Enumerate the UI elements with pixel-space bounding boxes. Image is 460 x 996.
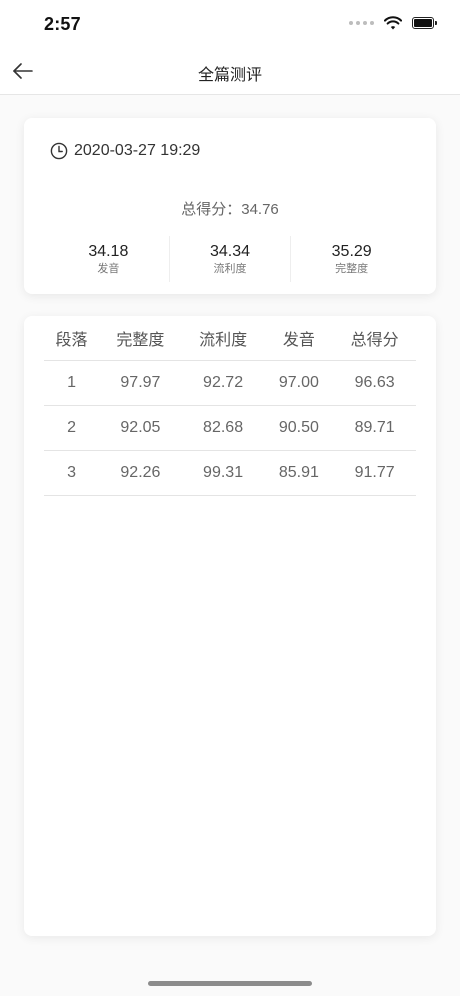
total-score: 总得分：34.76 (24, 198, 436, 219)
metric-value: 34.18 (88, 243, 129, 260)
total-score-value: 34.76 (241, 201, 279, 218)
column-header-pronunciation: 发音 (264, 316, 334, 361)
datetime-row: 2020-03-27 19:29 (50, 142, 200, 160)
nav-bar: 全篇测评 (0, 48, 460, 95)
cell-paragraph: 3 (44, 450, 100, 496)
signal-icon (349, 21, 374, 25)
cell-completeness: 92.05 (99, 405, 182, 451)
battery-icon (412, 17, 438, 29)
status-time: 2:57 (44, 14, 81, 34)
metric-completeness: 35.29 完整度 (291, 236, 412, 282)
table-header-row: 段落 完整度 流利度 发音 总得分 (44, 316, 416, 361)
cell-fluency: 99.31 (181, 450, 265, 496)
metric-fluency: 34.34 流利度 (170, 236, 292, 282)
column-header-total: 总得分 (333, 316, 416, 361)
screen: 2:57 全篇测评 2020-03-27 19:29 总得分：34.76 34.… (0, 0, 460, 996)
cell-completeness: 92.26 (99, 450, 182, 496)
column-header-completeness: 完整度 (99, 316, 182, 361)
column-header-fluency: 流利度 (181, 316, 265, 361)
status-bar: 2:57 (0, 0, 460, 48)
metric-value: 34.34 (209, 243, 251, 260)
cell-pronunciation: 90.50 (264, 405, 334, 451)
metric-pronunciation: 34.18 发音 (48, 236, 170, 282)
column-header-paragraph: 段落 (44, 316, 100, 361)
cell-completeness: 97.97 (99, 360, 182, 406)
cell-paragraph: 2 (44, 405, 100, 451)
cell-fluency: 92.72 (181, 360, 265, 406)
metric-value: 35.29 (331, 243, 372, 260)
cell-fluency: 82.68 (181, 405, 265, 451)
metrics-row: 34.18 发音 34.34 流利度 35.29 完整度 (48, 236, 412, 282)
cell-total: 91.77 (333, 450, 416, 496)
wifi-icon (384, 16, 402, 30)
cell-total: 89.71 (333, 405, 416, 451)
cell-pronunciation: 97.00 (264, 360, 334, 406)
paragraph-scores-card: 段落 完整度 流利度 发音 总得分 1 97.97 92.72 97.00 96… (24, 316, 436, 936)
metric-label: 发音 (97, 263, 120, 275)
paragraph-scores-table: 段落 完整度 流利度 发音 总得分 1 97.97 92.72 97.00 96… (44, 316, 416, 496)
metric-label: 流利度 (213, 263, 247, 275)
cell-pronunciation: 85.91 (264, 450, 334, 496)
home-indicator[interactable] (148, 981, 312, 986)
table-row: 3 92.26 99.31 85.91 91.77 (44, 450, 416, 496)
metric-label: 完整度 (335, 263, 369, 275)
page-title: 全篇测评 (197, 67, 262, 84)
cell-total: 96.63 (333, 360, 416, 406)
total-score-label: 总得分： (181, 201, 242, 218)
status-icons (349, 16, 438, 30)
cell-paragraph: 1 (44, 360, 100, 406)
table-row: 2 92.05 82.68 90.50 89.71 (44, 405, 416, 451)
clock-icon (50, 142, 68, 160)
summary-card: 2020-03-27 19:29 总得分：34.76 34.18 发音 34.3… (24, 118, 436, 294)
table-row: 1 97.97 92.72 97.00 96.63 (44, 360, 416, 406)
evaluation-datetime: 2020-03-27 19:29 (74, 142, 201, 159)
